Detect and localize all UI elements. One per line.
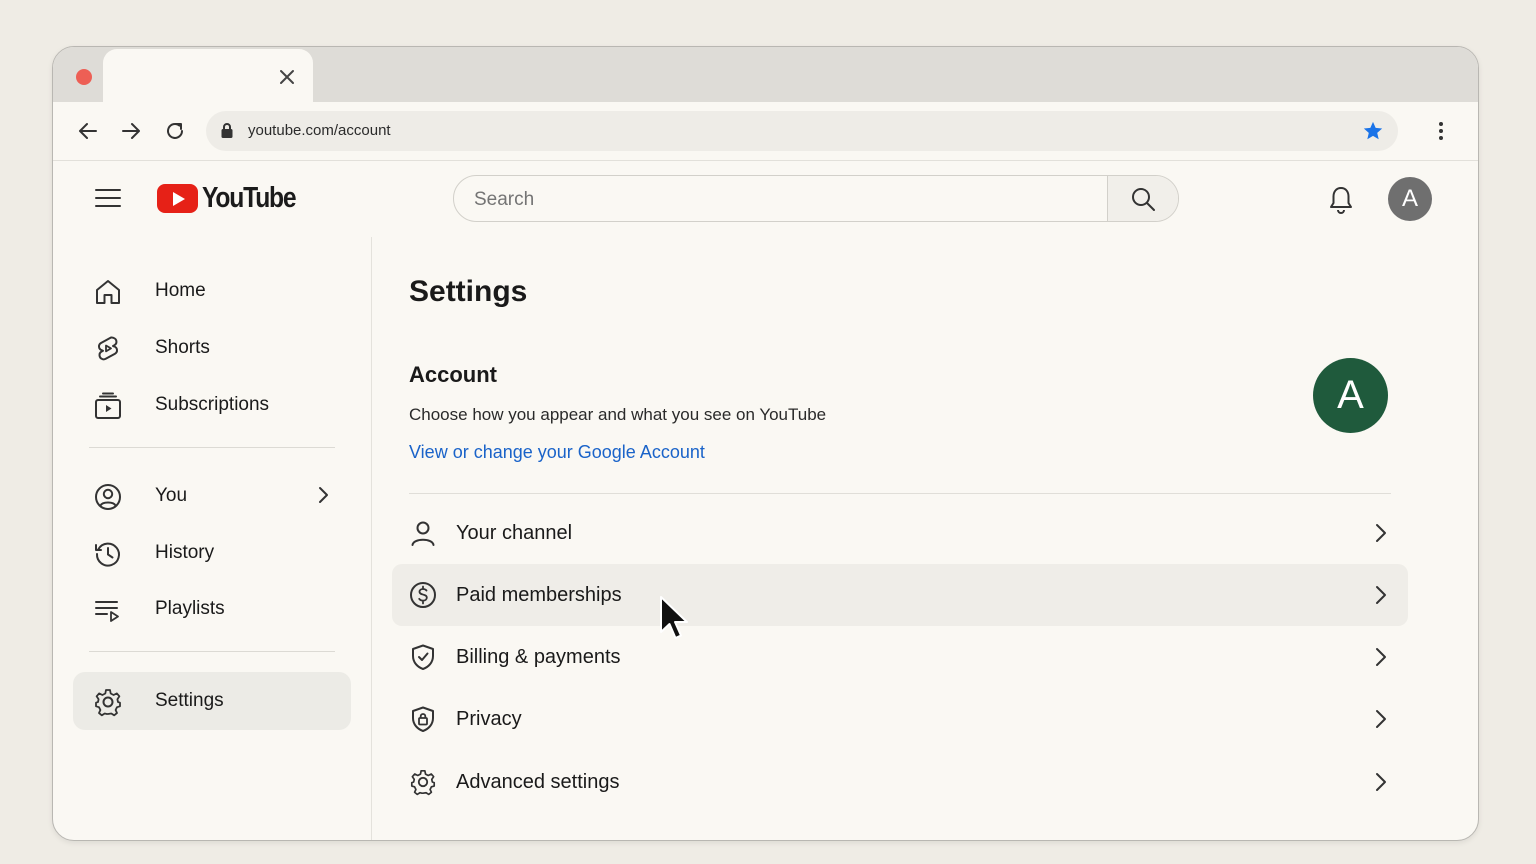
history-icon (93, 539, 123, 569)
settings-row-paid-memberships[interactable]: Paid memberships (392, 564, 1408, 626)
search-button[interactable] (1107, 176, 1178, 221)
sidebar-item-home[interactable]: Home (73, 262, 351, 320)
page-title: Settings (409, 275, 528, 308)
youtube-logo[interactable]: YouTube (157, 182, 312, 214)
logo-text: YouTube (202, 181, 297, 214)
header-avatar[interactable]: A (1388, 177, 1432, 221)
tab-close-icon[interactable] (275, 65, 299, 89)
account-avatar: A (1313, 358, 1388, 433)
settings-icon (93, 687, 123, 717)
settings-row-label: Privacy (456, 708, 522, 730)
sidebar-item-label: Playlists (155, 598, 225, 619)
chevron-right-icon (1370, 770, 1390, 799)
you-icon (93, 482, 123, 512)
address-bar[interactable]: youtube.com/account (206, 111, 1398, 151)
account-description: Choose how you appear and what you see o… (409, 405, 827, 424)
sidebar-divider (89, 447, 335, 448)
search-input[interactable] (454, 176, 1126, 221)
settings-row-billing-payments[interactable]: Billing & payments (392, 626, 1408, 688)
sidebar: Home Shorts Subscriptions You History Pl… (53, 237, 372, 840)
gear-icon (409, 768, 437, 796)
search-box (453, 175, 1179, 222)
sidebar-item-label: You (155, 485, 188, 506)
tab-strip (53, 47, 1478, 102)
lock-icon (220, 122, 234, 144)
settings-row-your-channel[interactable]: Your channel (392, 502, 1408, 564)
shield-lock-icon (409, 705, 437, 733)
sidebar-item-label: Settings (155, 690, 224, 711)
browser-toolbar: youtube.com/account (53, 102, 1478, 161)
shorts-icon (93, 334, 123, 364)
search-icon (1132, 187, 1155, 211)
settings-row-label: Paid memberships (456, 584, 622, 606)
settings-row-privacy[interactable]: Privacy (392, 688, 1408, 750)
sidebar-item-shorts[interactable]: Shorts (73, 319, 351, 377)
youtube-play-icon (157, 183, 198, 213)
bookmark-star-icon[interactable] (1362, 120, 1384, 147)
settings-content: Settings Account Choose how you appear a… (372, 237, 1478, 840)
url-text: youtube.com/account (248, 122, 391, 139)
chevron-right-icon (1370, 707, 1390, 736)
browser-window: youtube.com/account YouTube A (52, 46, 1479, 841)
home-icon (93, 277, 123, 307)
mouse-cursor-icon (658, 594, 692, 642)
sidebar-item-label: Home (155, 280, 206, 301)
reload-icon[interactable] (160, 116, 190, 146)
notifications-bell-icon[interactable] (1325, 184, 1357, 216)
forward-icon[interactable] (116, 116, 146, 146)
chevron-right-icon (313, 484, 333, 511)
google-account-link[interactable]: View or change your Google Account (409, 442, 705, 463)
browser-menu-icon[interactable] (1427, 116, 1455, 146)
back-icon[interactable] (73, 116, 103, 146)
chevron-right-icon (1370, 583, 1390, 612)
browser-tab[interactable] (103, 49, 313, 102)
sidebar-item-label: History (155, 542, 215, 563)
account-heading: Account (409, 362, 497, 387)
close-window-button[interactable] (76, 69, 92, 85)
playlists-icon (93, 595, 123, 625)
sidebar-item-label: Subscriptions (155, 394, 270, 415)
youtube-header: YouTube A (53, 160, 1478, 237)
settings-row-label: Your channel (456, 522, 573, 544)
sidebar-item-you[interactable]: You (73, 467, 351, 525)
sidebar-divider (89, 651, 335, 652)
settings-row-label: Billing & payments (456, 646, 621, 668)
settings-row-advanced-settings[interactable]: Advanced settings (392, 751, 1408, 813)
dollar-icon (409, 581, 437, 609)
sidebar-item-settings[interactable]: Settings (73, 672, 351, 730)
settings-row-label: Advanced settings (456, 771, 620, 793)
sidebar-item-label: Shorts (155, 337, 210, 358)
content-divider (409, 493, 1391, 494)
chevron-right-icon (1370, 645, 1390, 674)
chevron-right-icon (1370, 521, 1390, 550)
sidebar-item-history[interactable]: History (73, 524, 351, 582)
sidebar-item-subscriptions[interactable]: Subscriptions (73, 376, 351, 434)
shield-check-icon (409, 643, 437, 671)
menu-icon[interactable] (93, 185, 123, 211)
subscriptions-icon (93, 391, 123, 421)
person-icon (409, 519, 437, 547)
sidebar-item-playlists[interactable]: Playlists (73, 580, 351, 638)
